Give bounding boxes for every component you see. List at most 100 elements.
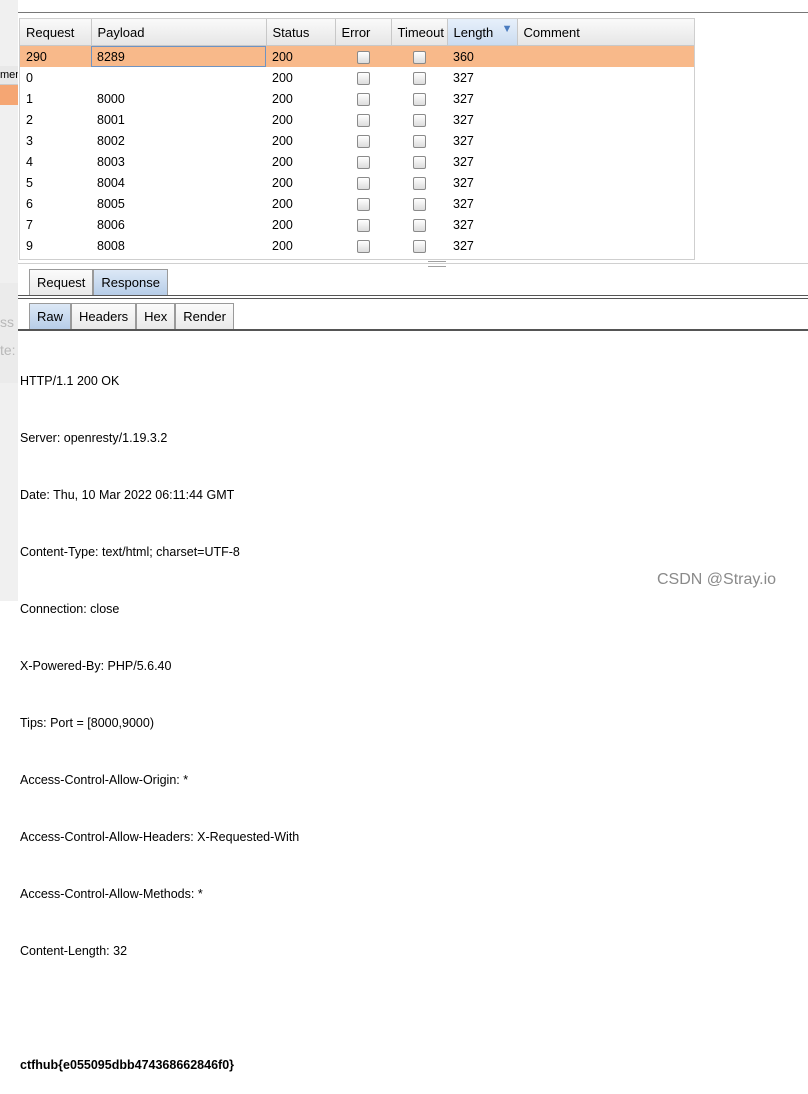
cell-payload: 8004 (97, 175, 125, 190)
tab-request[interactable]: Request (29, 269, 94, 295)
cell-length: 327 (453, 70, 474, 85)
cell-comment (517, 193, 694, 214)
response-header-content-type: Content-Type: text/html; charset=UTF-8 (20, 545, 240, 559)
column-header-timeout[interactable]: Timeout (391, 19, 448, 46)
cell-length: 327 (453, 112, 474, 127)
response-body-flag: ctfhub{e055095dbb474368662846f0} (20, 1058, 235, 1072)
cell-error (335, 130, 391, 151)
response-header-acah: Access-Control-Allow-Headers: X-Requeste… (20, 830, 300, 844)
cell-request: 290 (20, 45, 91, 67)
cell-request: 9 (26, 238, 33, 253)
response-header-acam: Access-Control-Allow-Methods: * (20, 887, 203, 901)
cell-timeout (391, 151, 447, 172)
table-row[interactable]: 1 8000 200 327 (20, 88, 694, 109)
tab-bar-rule (18, 295, 808, 296)
column-header-length-label: Length (453, 24, 494, 40)
error-checkbox[interactable] (356, 239, 370, 253)
error-checkbox[interactable] (356, 176, 370, 190)
cell-error (335, 67, 391, 88)
cell-comment (517, 109, 694, 130)
column-header-comment[interactable]: Comment (517, 19, 694, 46)
table-header-row: Request Payload Status Error Timeout Len… (20, 19, 694, 46)
cell-request: 7 (26, 217, 33, 232)
gutter-gray-area (0, 283, 18, 383)
error-checkbox[interactable] (356, 71, 370, 85)
cell-request: 6 (26, 196, 33, 211)
column-header-status[interactable]: Status (266, 19, 336, 46)
cell-payload: 8008 (97, 238, 125, 253)
table-row[interactable]: 9 8008 200 327 (20, 235, 694, 256)
timeout-checkbox[interactable] (412, 176, 426, 190)
column-header-error[interactable]: Error (335, 19, 392, 46)
cell-comment (517, 88, 694, 109)
cell-payload: 8003 (97, 154, 125, 169)
timeout-checkbox[interactable] (412, 92, 426, 106)
error-checkbox[interactable] (356, 134, 370, 148)
table-row[interactable]: 5 8004 200 327 (20, 172, 694, 193)
column-header-length[interactable]: Length ▼ (447, 19, 518, 46)
error-checkbox[interactable] (356, 113, 370, 127)
cell-error (335, 151, 391, 172)
cell-error (335, 172, 391, 193)
error-checkbox[interactable] (356, 218, 370, 232)
table-row[interactable]: 0 200 327 (20, 67, 694, 88)
cell-payload (91, 67, 266, 88)
cell-timeout (391, 109, 447, 130)
gutter-faded-text-2: te: (0, 342, 16, 358)
timeout-checkbox[interactable] (412, 71, 426, 85)
cell-timeout (391, 88, 447, 109)
tab-render[interactable]: Render (175, 303, 234, 329)
response-header-connection: Connection: close (20, 602, 120, 616)
timeout-checkbox[interactable] (412, 197, 426, 211)
error-checkbox[interactable] (356, 92, 370, 106)
response-header-date: Date: Thu, 10 Mar 2022 06:11:44 GMT (20, 488, 235, 502)
cell-error (335, 214, 391, 235)
table-row[interactable]: 7 8006 200 327 (20, 214, 694, 235)
results-table: Request Payload Status Error Timeout Len… (20, 19, 694, 256)
cell-payload: 8002 (97, 133, 125, 148)
cell-error (335, 45, 391, 67)
timeout-checkbox[interactable] (412, 218, 426, 232)
cell-payload: 8001 (97, 112, 125, 127)
table-row[interactable]: 3 8002 200 327 (20, 130, 694, 151)
response-header-content-length: Content-Length: 32 (20, 944, 128, 958)
cell-length: 327 (453, 154, 474, 169)
cell-comment (517, 67, 694, 88)
cell-status: 200 (272, 112, 293, 127)
timeout-checkbox[interactable] (412, 239, 426, 253)
gutter-column-label: ment (0, 66, 18, 85)
tab-raw[interactable]: Raw (29, 303, 72, 329)
top-panel-edge (18, 0, 808, 13)
cell-comment (517, 235, 694, 256)
error-checkbox[interactable] (356, 197, 370, 211)
tab-response[interactable]: Response (93, 269, 168, 295)
view-tab-bar: Raw Headers Hex Render (29, 303, 234, 329)
column-header-payload[interactable]: Payload (91, 19, 267, 46)
timeout-checkbox[interactable] (412, 113, 426, 127)
tab-headers[interactable]: Headers (71, 303, 137, 329)
timeout-checkbox[interactable] (412, 155, 426, 169)
cell-request: 1 (26, 91, 33, 106)
split-pane-grip-handle[interactable] (428, 261, 446, 267)
cell-request: 3 (26, 133, 33, 148)
table-row[interactable]: 4 8003 200 327 (20, 151, 694, 172)
split-pane-divider (18, 263, 808, 264)
table-row-selected[interactable]: 290 8289 200 360 (20, 45, 694, 67)
response-raw-view[interactable]: HTTP/1.1 200 OK Server: openresty/1.19.3… (20, 334, 800, 1094)
timeout-checkbox[interactable] (412, 50, 426, 64)
watermark: CSDN @Stray.io (657, 571, 777, 588)
tab-hex[interactable]: Hex (136, 303, 176, 329)
results-table-panel: Request Payload Status Error Timeout Len… (19, 18, 695, 260)
cell-timeout (391, 193, 447, 214)
column-header-request[interactable]: Request (20, 19, 92, 46)
table-row[interactable]: 6 8005 200 327 (20, 193, 694, 214)
cell-length: 327 (453, 196, 474, 211)
error-checkbox[interactable] (356, 155, 370, 169)
cell-error (335, 88, 391, 109)
table-row[interactable]: 2 8001 200 327 (20, 109, 694, 130)
cell-comment (517, 45, 694, 67)
timeout-checkbox[interactable] (412, 134, 426, 148)
response-header-acao: Access-Control-Allow-Origin: * (20, 773, 189, 787)
error-checkbox[interactable] (356, 50, 370, 64)
cell-status: 200 (272, 133, 293, 148)
